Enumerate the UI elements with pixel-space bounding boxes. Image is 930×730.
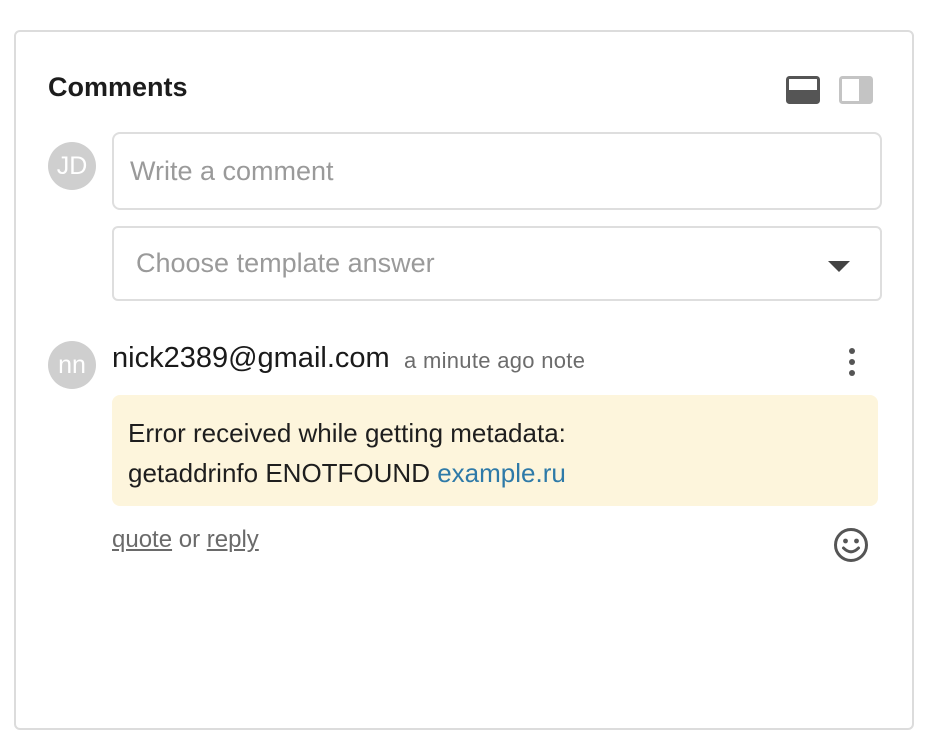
template-select-placeholder: Choose template answer: [136, 248, 435, 278]
comment-input[interactable]: [112, 132, 882, 210]
smiley-icon: [834, 528, 868, 562]
comment-meta: a minute ago note: [404, 348, 585, 374]
comment-time: a minute ago: [404, 348, 535, 373]
more-options-icon[interactable]: [840, 344, 864, 378]
comment-body-line2: getaddrinfo ENOTFOUND example.ru: [128, 453, 862, 493]
current-user-avatar: JD: [48, 142, 96, 190]
comments-title: Comments: [48, 72, 188, 102]
reply-link[interactable]: reply: [207, 526, 259, 553]
comment-body-text: getaddrinfo ENOTFOUND: [128, 458, 438, 488]
layout-bottom-icon: [786, 76, 820, 104]
comment-body-line1: Error received while getting metadata:: [128, 418, 566, 448]
comment-author-avatar: nn: [48, 341, 96, 389]
comment-type: note: [541, 348, 586, 373]
comment-actions: quote or reply: [112, 526, 259, 554]
or-text: or: [172, 526, 207, 553]
comment-body: Error received while getting metadata: g…: [112, 395, 878, 506]
chevron-down-icon: [828, 261, 850, 272]
comment-author: nick2389@gmail.com: [112, 342, 390, 374]
layout-side-icon: [839, 76, 873, 104]
template-answer-select[interactable]: Choose template answer: [112, 226, 882, 301]
layout-side-toggle[interactable]: [839, 76, 873, 104]
quote-link[interactable]: quote: [112, 526, 172, 553]
emoji-reaction-button[interactable]: [833, 527, 869, 563]
layout-bottom-toggle[interactable]: [786, 76, 820, 104]
comment-body-link[interactable]: example.ru: [437, 458, 566, 488]
